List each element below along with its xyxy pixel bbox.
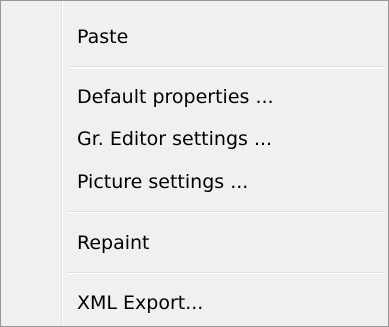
menu-item-label: Default properties ...	[77, 86, 274, 108]
menu-separator	[67, 66, 385, 68]
menu-item-gr-editor-settings[interactable]: Gr. Editor settings ...	[4, 119, 385, 159]
menu-item-label: Paste	[77, 26, 129, 48]
menu-item-xml-export[interactable]: XML Export...	[4, 283, 385, 323]
menu-item-label: XML Export...	[77, 292, 204, 314]
menu-item-default-properties[interactable]: Default properties ...	[4, 77, 385, 117]
menu-item-paste[interactable]: Paste	[4, 17, 385, 57]
menu-item-repaint[interactable]: Repaint	[4, 223, 385, 263]
menu-item-label: Picture settings ...	[77, 171, 249, 193]
menu-separator	[67, 272, 385, 274]
menu-separator	[67, 211, 385, 213]
menu-item-label: Repaint	[77, 232, 150, 254]
menu-item-label: Gr. Editor settings ...	[77, 128, 273, 150]
menu-item-picture-settings[interactable]: Picture settings ...	[4, 162, 385, 202]
context-menu: Paste Default properties ... Gr. Editor …	[0, 0, 389, 327]
